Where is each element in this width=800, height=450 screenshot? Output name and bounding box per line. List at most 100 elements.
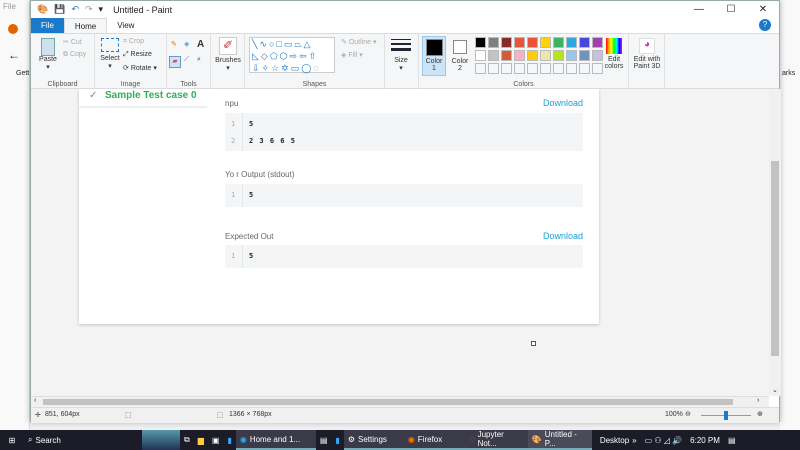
zoom-in-icon[interactable]: ⊕ <box>757 410 763 418</box>
color-swatch[interactable] <box>579 50 590 61</box>
help-icon[interactable]: ? <box>759 19 771 31</box>
file-explorer-icon[interactable]: ▆ <box>194 430 208 450</box>
custom-color-slot[interactable] <box>592 63 603 74</box>
color-swatch[interactable] <box>475 37 486 48</box>
clock[interactable]: 6:20 PM <box>686 430 724 450</box>
taskbar-paint[interactable]: 🎨 Untitled - P... <box>527 430 592 450</box>
color-swatch[interactable] <box>592 37 603 48</box>
rotate-button[interactable]: ⟳ Rotate ▾ <box>123 64 157 72</box>
color-swatch[interactable] <box>553 37 564 48</box>
vertical-scrollbar[interactable]: ⌄ <box>769 89 781 396</box>
system-tray-icons[interactable]: ▭ ⚇ ◿ 🔊 <box>641 430 687 450</box>
fill-button[interactable]: ◈ Fill ▾ <box>341 51 363 59</box>
canvas-image[interactable]: ✓ Sample Test case 0 npu Download 15 22 … <box>79 89 599 324</box>
scroll-right-icon[interactable]: › <box>757 397 759 404</box>
paste-button[interactable]: Paste ▾ <box>35 38 61 71</box>
desktop-toolbar[interactable]: Desktop » <box>596 430 641 450</box>
custom-color-slot[interactable] <box>488 63 499 74</box>
color-swatch[interactable] <box>501 37 512 48</box>
canvas-area[interactable]: ✓ Sample Test case 0 npu Download 15 22 … <box>31 89 769 396</box>
pencil-icon[interactable]: ✎ <box>171 40 177 48</box>
brushes-button[interactable]: ✐ Brushes ▾ <box>214 37 242 72</box>
outline-button[interactable]: ✎ Outline ▾ <box>341 38 376 46</box>
resize-button[interactable]: ⤢ Resize <box>123 51 152 59</box>
color-swatch[interactable] <box>475 50 486 61</box>
edge-icon: ◉ <box>239 434 247 444</box>
color-swatch[interactable] <box>592 50 603 61</box>
save-icon[interactable]: 💾 <box>54 4 65 15</box>
color-swatch[interactable] <box>514 50 525 61</box>
color-swatch[interactable] <box>488 50 499 61</box>
redo-icon[interactable]: ↷ <box>85 4 93 15</box>
start-button[interactable]: ⊞ <box>0 430 24 450</box>
task-view-icon[interactable]: ⧉ <box>180 430 194 450</box>
zoom-slider-thumb[interactable] <box>724 411 728 420</box>
maximize-button[interactable]: ☐ <box>715 1 747 18</box>
custom-color-slot[interactable] <box>527 63 538 74</box>
custom-color-slot[interactable] <box>514 63 525 74</box>
color-swatch[interactable] <box>540 50 551 61</box>
size-button[interactable]: Size ▾ <box>391 39 411 72</box>
shapes-gallery[interactable]: ╲∿○□▭⏢△ ◺◇⬠⬡⇨⇦⇧ ⇩✧☆✡▭◯◌ <box>249 37 335 73</box>
color-swatch[interactable] <box>501 50 512 61</box>
custom-color-slot[interactable] <box>553 63 564 74</box>
scroll-left-icon[interactable]: ‹ <box>34 397 36 404</box>
select-button[interactable]: Select ▾ <box>99 38 121 70</box>
crop-button[interactable]: ⌗ Crop <box>123 38 144 46</box>
color1-button[interactable]: Color 1 <box>422 36 446 76</box>
vertical-scroll-thumb[interactable] <box>771 161 779 356</box>
download-expected-link[interactable]: Download <box>543 231 583 241</box>
horizontal-scroll-thumb[interactable] <box>43 399 733 405</box>
app-icon[interactable]: ▮ <box>223 430 235 450</box>
mail-icon[interactable]: ▮ <box>331 430 343 450</box>
taskbar-edge[interactable]: ◉ Home and 1... <box>235 430 316 450</box>
zoom-out-icon[interactable]: ⊖ <box>685 410 691 418</box>
custom-color-slot[interactable] <box>579 63 590 74</box>
taskbar-firefox[interactable]: ◉ Firefox <box>403 430 466 450</box>
horizontal-scrollbar[interactable]: ‹ › <box>31 396 769 407</box>
scroll-down-icon[interactable]: ⌄ <box>772 386 778 394</box>
copy-button[interactable]: ⧉ Copy <box>63 51 86 59</box>
store-icon[interactable]: ▣ <box>208 430 224 450</box>
tab-view[interactable]: View <box>107 18 144 33</box>
taskbar-jupyter[interactable]: ◌ Jupyter Not... <box>465 430 528 450</box>
browser-tab[interactable]: Gett <box>16 70 29 77</box>
color-swatch[interactable] <box>553 50 564 61</box>
color-picker-icon[interactable]: ⟋ <box>184 56 189 64</box>
color-swatch[interactable] <box>579 37 590 48</box>
notifications-icon[interactable]: ▤ <box>724 430 740 450</box>
color-swatch[interactable] <box>514 37 525 48</box>
custom-color-slot[interactable] <box>540 63 551 74</box>
close-button[interactable]: ✕ <box>747 1 779 18</box>
eraser-icon[interactable]: ▰ <box>169 56 181 68</box>
color-swatch[interactable] <box>566 37 577 48</box>
fill-icon[interactable]: ◈ <box>184 40 189 48</box>
color-swatch[interactable] <box>540 37 551 48</box>
color2-button[interactable]: Color 2 <box>449 36 471 76</box>
download-input-link[interactable]: Download <box>543 98 583 108</box>
browser-menu-file[interactable]: File <box>3 2 16 11</box>
minimize-button[interactable]: — <box>683 1 715 18</box>
canvas-resize-handle[interactable] <box>531 341 536 346</box>
edit-colors-button[interactable]: Edit colors <box>603 38 625 70</box>
cut-button[interactable]: ✂ Cut <box>63 38 82 46</box>
undo-icon[interactable]: ↶ <box>71 4 79 15</box>
custom-color-slot[interactable] <box>566 63 577 74</box>
paint3d-button[interactable]: ◕ Edit with Paint 3D <box>631 38 663 70</box>
text-icon[interactable]: A <box>197 39 204 50</box>
customize-qa-icon[interactable]: ▾ <box>99 4 104 15</box>
calendar-icon[interactable]: ▤ <box>316 430 332 450</box>
back-icon[interactable]: ← <box>8 48 20 62</box>
magnifier-icon[interactable]: ⌕ <box>197 56 201 64</box>
tab-file[interactable]: File <box>31 18 64 33</box>
custom-color-slot[interactable] <box>475 63 486 74</box>
color-swatch[interactable] <box>527 50 538 61</box>
expected-label: Expected Out <box>225 232 274 241</box>
custom-color-slot[interactable] <box>501 63 512 74</box>
tab-home[interactable]: Home <box>63 18 108 33</box>
color-swatch[interactable] <box>488 37 499 48</box>
color-swatch[interactable] <box>527 37 538 48</box>
search-box[interactable]: ⌕ Search <box>24 430 142 450</box>
taskbar-settings[interactable]: ⚙ Settings <box>343 430 404 450</box>
color-swatch[interactable] <box>566 50 577 61</box>
